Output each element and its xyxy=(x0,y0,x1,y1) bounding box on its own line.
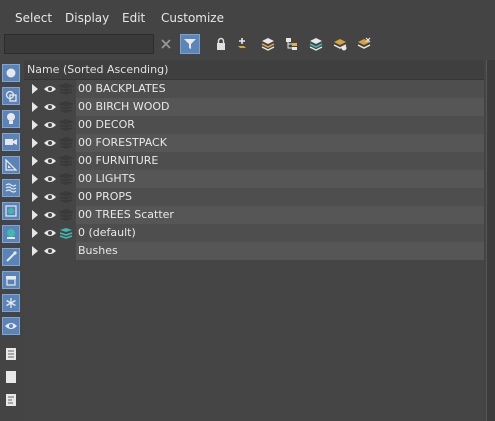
close-icon[interactable] xyxy=(156,34,176,54)
layer-settings-icon[interactable] xyxy=(354,34,374,54)
eye-visibility-icon[interactable] xyxy=(43,191,57,203)
eye-visibility-icon[interactable] xyxy=(43,209,57,221)
tree-row[interactable]: 0 (default) xyxy=(24,224,484,242)
row-label: 00 FORESTPACK xyxy=(78,136,167,149)
layer-icon xyxy=(59,191,73,203)
expand-arrow-icon[interactable] xyxy=(32,156,38,166)
list-page-icon[interactable] xyxy=(2,391,20,409)
space-warp-icon[interactable] xyxy=(2,179,20,197)
row-label: 00 LIGHTS xyxy=(78,172,136,185)
tree-row[interactable]: 00 PROPS xyxy=(24,188,484,206)
eye-visibility-icon[interactable] xyxy=(43,137,57,149)
tree-row[interactable]: 00 LIGHTS xyxy=(24,170,484,188)
eye-visibility-icon[interactable] xyxy=(43,245,57,257)
layer-icon xyxy=(59,173,73,185)
layer-highlight-icon[interactable] xyxy=(330,34,350,54)
tree-row[interactable]: 00 BIRCH WOOD xyxy=(24,98,484,116)
eye-icon[interactable] xyxy=(2,317,20,335)
expand-arrow-icon[interactable] xyxy=(32,102,38,112)
tree-row[interactable]: Bushes xyxy=(24,242,484,260)
tree-row[interactable]: 00 TREES Scatter xyxy=(24,206,484,224)
hierarchy-icon[interactable] xyxy=(282,34,302,54)
column-header-label: Name (Sorted Ascending) xyxy=(27,63,169,76)
light-bulb-icon[interactable] xyxy=(2,110,20,128)
eye-visibility-icon[interactable] xyxy=(43,119,57,131)
expand-arrow-icon[interactable] xyxy=(32,138,38,148)
container-icon[interactable] xyxy=(2,271,20,289)
row-label: 00 PROPS xyxy=(78,190,133,203)
tree-row[interactable]: 00 DECOR xyxy=(24,116,484,134)
menu-select[interactable]: Select xyxy=(15,11,52,25)
expand-arrow-icon[interactable] xyxy=(32,120,38,130)
menu-edit[interactable]: Edit xyxy=(122,11,145,25)
layer-icon xyxy=(59,155,73,167)
layer-icon xyxy=(59,101,73,113)
sphere-icon[interactable] xyxy=(2,64,20,82)
menu-display[interactable]: Display xyxy=(65,11,109,25)
row-label: 00 BACKPLATES xyxy=(78,82,166,95)
panel-edge xyxy=(486,60,495,421)
helper-icon[interactable] xyxy=(2,156,20,174)
toolbar xyxy=(0,34,495,58)
eye-visibility-icon[interactable] xyxy=(43,83,57,95)
menu-customize[interactable]: Customize xyxy=(161,11,224,25)
layer-icon xyxy=(59,119,73,131)
filter-icon[interactable] xyxy=(180,34,200,54)
active-layer-icon xyxy=(59,228,73,239)
expand-arrow-icon[interactable] xyxy=(32,174,38,184)
add-layer-icon[interactable] xyxy=(234,34,254,54)
expand-arrow-icon[interactable] xyxy=(32,246,38,256)
tree-row[interactable]: 00 FORESTPACK xyxy=(24,134,484,152)
expand-arrow-icon[interactable] xyxy=(32,228,38,238)
group-icon[interactable] xyxy=(2,202,20,220)
geometry-icon[interactable] xyxy=(2,87,20,105)
row-label: Bushes xyxy=(78,244,118,257)
camera-icon[interactable] xyxy=(2,133,20,151)
row-label: 00 BIRCH WOOD xyxy=(78,100,170,113)
layer-icon xyxy=(59,209,73,221)
lock-icon[interactable] xyxy=(211,34,231,54)
xref-icon[interactable] xyxy=(2,225,20,243)
menu-bar: Select Display Edit Customize xyxy=(0,0,495,34)
layer-tree: 00 BACKPLATES 00 BIRCH WOOD 00 DECOR 00 … xyxy=(24,80,484,421)
search-input[interactable] xyxy=(4,34,154,54)
row-label: 00 DECOR xyxy=(78,118,135,131)
layers-icon[interactable] xyxy=(306,34,326,54)
tree-row[interactable]: 00 BACKPLATES xyxy=(24,80,484,98)
row-label: 0 (default) xyxy=(78,226,136,239)
expand-arrow-icon[interactable] xyxy=(32,192,38,202)
eye-visibility-icon[interactable] xyxy=(43,227,57,239)
row-label: 00 TREES Scatter xyxy=(78,208,174,221)
blank-page-icon[interactable] xyxy=(2,368,20,386)
eye-visibility-icon[interactable] xyxy=(43,101,57,113)
row-label: 00 FURNITURE xyxy=(78,154,159,167)
column-header[interactable]: Name (Sorted Ascending) xyxy=(24,60,484,80)
expand-arrow-icon[interactable] xyxy=(32,84,38,94)
document-icon[interactable] xyxy=(2,345,20,363)
eye-visibility-icon[interactable] xyxy=(43,173,57,185)
snowflake-icon[interactable] xyxy=(2,294,20,312)
filter-sidebar xyxy=(0,60,23,421)
layers-stack-icon[interactable] xyxy=(258,34,278,54)
expand-arrow-icon[interactable] xyxy=(32,210,38,220)
layer-icon xyxy=(59,83,73,95)
tree-row[interactable]: 00 FURNITURE xyxy=(24,152,484,170)
layer-icon xyxy=(59,137,73,149)
bone-icon[interactable] xyxy=(2,248,20,266)
eye-visibility-icon[interactable] xyxy=(43,155,57,167)
